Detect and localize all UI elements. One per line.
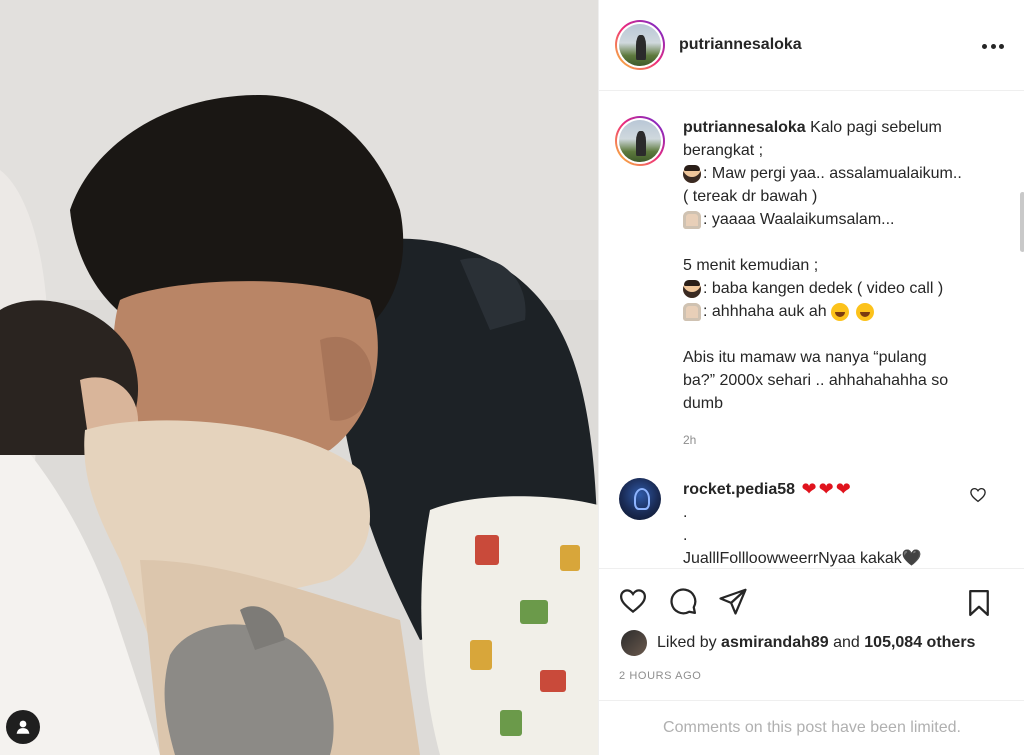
caption-text: berangkat ; — [683, 142, 764, 159]
author-username[interactable]: putriannesaloka — [679, 36, 802, 54]
commenter-avatar[interactable] — [619, 478, 661, 520]
heart-emoji-icon: ❤ — [835, 479, 851, 499]
post-header: putriannesaloka — [599, 0, 1024, 91]
caption-text: Kalo pagi sebelum — [810, 119, 942, 136]
comment-like-icon[interactable] — [969, 486, 987, 504]
comment-text: . — [683, 527, 688, 544]
caption-text: dumb — [683, 395, 724, 412]
photo-illustration — [0, 0, 598, 755]
caption-text: : yaaaa Waalaikumsalam... — [703, 211, 895, 228]
comment-icon — [670, 587, 697, 614]
caption-text: : Maw pergi yaa.. assalamualaikum.. — [703, 165, 962, 182]
comment-item: rocket.pedia58 ❤ ❤ ❤ . . JualllFollloowwee… — [599, 466, 1024, 568]
heart-icon — [619, 588, 647, 613]
caption-time[interactable]: 2h — [683, 429, 983, 452]
post-panel: putriannesaloka putriannesaloka Kalo pag… — [598, 0, 1024, 755]
man-emoji-icon — [683, 164, 701, 183]
woman-emoji-icon — [683, 210, 701, 229]
action-bar — [599, 568, 1024, 632]
liker-avatar[interactable] — [621, 630, 647, 656]
comments-section[interactable]: putriannesaloka Kalo pagi sebelum berang… — [599, 92, 1024, 568]
bookmark-icon — [969, 590, 989, 616]
rofl-emoji-icon — [831, 302, 850, 321]
caption-text: ( tereak dr bawah ) — [683, 188, 818, 205]
heart-emoji-icon: ❤ — [801, 479, 817, 499]
caption: putriannesaloka Kalo pagi sebelum berang… — [599, 92, 1024, 452]
caption-text: 5 menit kemudian ; — [683, 257, 819, 274]
man-emoji-icon — [683, 279, 701, 298]
like-button[interactable] — [615, 583, 651, 619]
send-icon — [719, 588, 747, 615]
commenter-username[interactable]: rocket.pedia58 — [683, 478, 795, 501]
comment-text: . — [683, 504, 688, 521]
post-timestamp[interactable]: 2 HOURS AGO — [619, 670, 701, 682]
save-button[interactable] — [961, 585, 997, 621]
author-avatar[interactable] — [615, 20, 665, 70]
caption-username[interactable]: putriannesaloka — [683, 116, 806, 139]
scrollbar[interactable] — [1020, 192, 1024, 252]
likes-summary: Liked by asmirandah89 and 105,084 others — [621, 630, 975, 656]
likes-prefix: Liked by — [657, 634, 717, 651]
comment-button[interactable] — [665, 583, 701, 619]
woman-emoji-icon — [683, 302, 701, 321]
caption-avatar[interactable] — [615, 116, 665, 166]
post-photo[interactable] — [0, 0, 598, 755]
caption-text: Abis itu mamaw wa nanya “pulang — [683, 349, 927, 366]
tagged-users-button[interactable] — [6, 710, 40, 744]
heart-emoji-icon: ❤ — [818, 479, 834, 499]
share-button[interactable] — [715, 583, 751, 619]
caption-text: : ahhhaha auk ah — [703, 303, 827, 320]
comments-limited-notice: Comments on this post have been limited. — [599, 700, 1024, 755]
caption-text: ba?” 2000x sehari .. ahhahahahha so — [683, 372, 949, 389]
comment-text: JualllFollloowweerrNyaa kakak — [683, 550, 902, 567]
more-options-icon[interactable] — [982, 36, 1004, 56]
likes-and: and — [833, 634, 860, 651]
grinning-emoji-icon — [855, 302, 874, 321]
liker-username[interactable]: asmirandah89 — [721, 634, 829, 652]
likes-count[interactable]: 105,084 others — [864, 634, 975, 652]
caption-text: : baba kangen dedek ( video call ) — [703, 280, 944, 297]
black-heart-emoji: 🖤 — [901, 550, 922, 567]
user-icon — [16, 720, 30, 734]
